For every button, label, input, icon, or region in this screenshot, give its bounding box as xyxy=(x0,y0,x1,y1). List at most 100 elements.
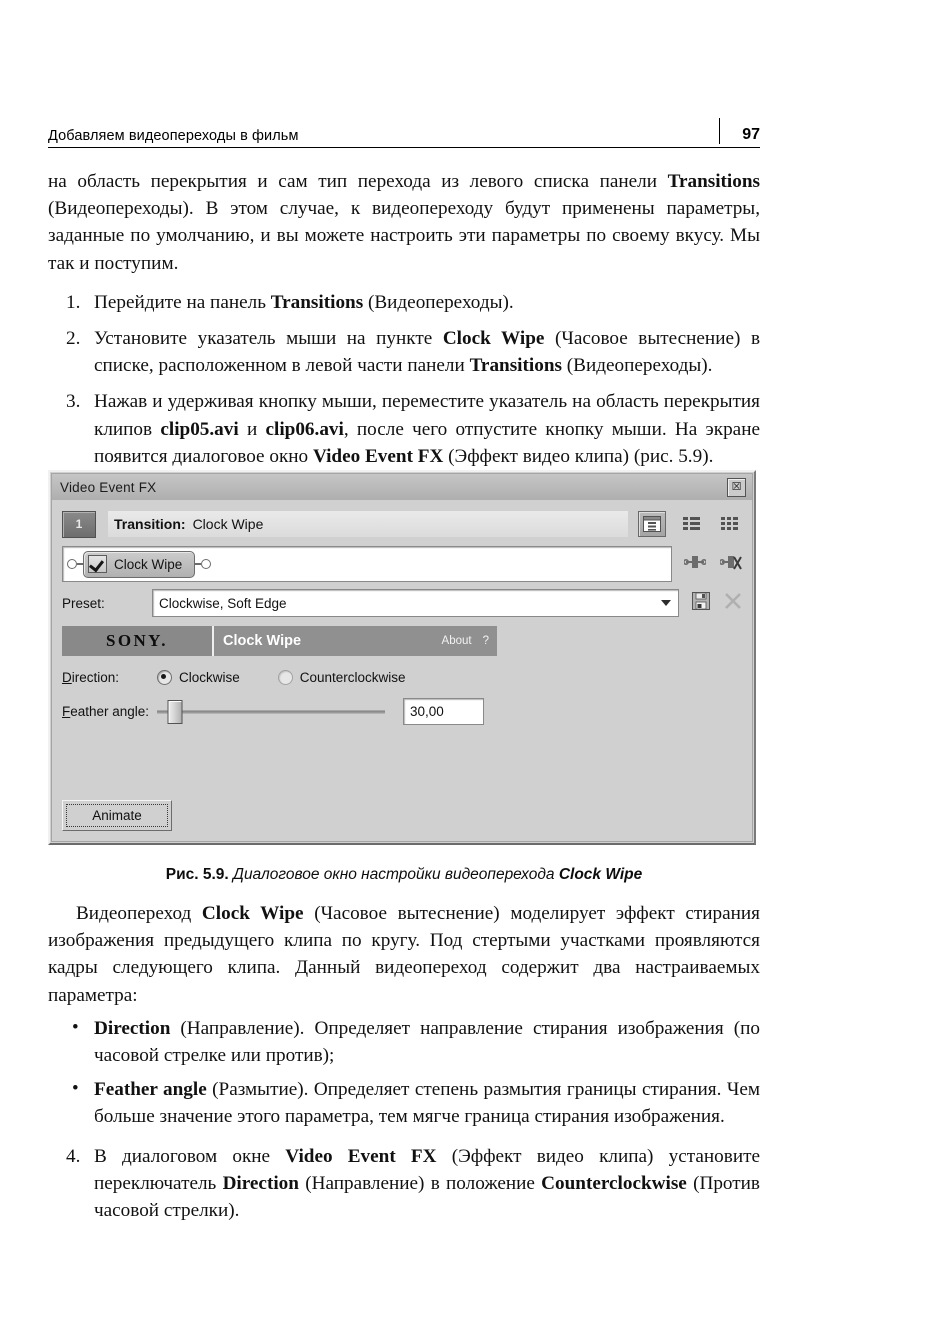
text-run-0: Feather angle xyxy=(94,1079,207,1101)
bullet-item: • Feather angle (Размытие). Определяет ст… xyxy=(48,1076,760,1130)
text-run-0: Установите указатель мыши на пункте xyxy=(94,328,443,350)
dialog-empty-space xyxy=(62,738,742,800)
step-number: 2. xyxy=(66,328,81,350)
feather-angle-value-field[interactable]: 30,00 xyxy=(403,698,484,725)
dialog-title: Video Event FX xyxy=(60,479,157,495)
text-run-1: Clock Wipe xyxy=(442,328,545,350)
body-content-bottom: Видеопереход Clock Wipe (Часовое вытесне… xyxy=(48,900,760,1233)
step-text: В диалоговом окне Video Event FX (Эффект… xyxy=(94,1146,760,1221)
transition-label-strip: Transition: Clock Wipe xyxy=(108,511,628,537)
chain-tool-icons xyxy=(682,553,742,576)
feather-angle-label: Feather angle: xyxy=(62,704,150,719)
text-run-1: clip05.avi xyxy=(160,418,239,440)
dialog-body: 1 Transition: Clock Wipe Clock Wipe Pres… xyxy=(52,500,752,841)
step-number: 1. xyxy=(66,291,81,313)
running-head-title: Добавляем видеопереходы в фильм xyxy=(48,128,299,144)
animate-button[interactable]: Animate xyxy=(62,800,172,831)
close-icon[interactable]: ☒ xyxy=(727,478,746,497)
plugin-chain-row: Clock Wipe xyxy=(62,546,742,582)
text-run-0: Direction xyxy=(94,1017,171,1039)
feather-angle-slider[interactable] xyxy=(157,699,385,724)
text-run-5: Counterclockwise xyxy=(541,1172,687,1194)
transition-value-label: Clock Wipe xyxy=(192,516,264,532)
direction-row: Direction: Clockwise Counterclockwise xyxy=(62,670,742,685)
page-number: 97 xyxy=(719,118,760,144)
dialog-titlebar: Video Event FX ☒ xyxy=(52,474,752,500)
dialog-inner-frame: Video Event FX ☒ 1 Transition: Clock Wip… xyxy=(51,473,753,842)
remove-plugin-icon[interactable] xyxy=(718,553,742,576)
grid-view-icon[interactable] xyxy=(716,512,742,536)
plugin-node-clock-wipe[interactable]: Clock Wipe xyxy=(83,550,196,578)
step-text: Нажав и удерживая кнопку мыши, перемести… xyxy=(94,391,760,466)
text-run-1: Clock Wipe xyxy=(201,903,304,924)
plugin-chain-canvas[interactable]: Clock Wipe xyxy=(62,546,672,582)
figure-caption-lead: Рис. 5.9. xyxy=(165,866,229,883)
step-item: 1. Перейдите на панель Transitions (Видео… xyxy=(48,289,760,316)
text-run-2: и xyxy=(238,418,266,440)
bullet-text: Feather angle (Размытие). Определяет сте… xyxy=(94,1079,760,1127)
text-run-3: Direction xyxy=(222,1172,299,1194)
chevron-down-icon[interactable] xyxy=(661,600,671,606)
plugin-name-label: Clock Wipe xyxy=(223,633,302,649)
view-mode-icons xyxy=(638,511,742,537)
step-item: 3. Нажав и удерживая кнопку мыши, перемес… xyxy=(48,388,760,470)
radio-counterclockwise-icon[interactable] xyxy=(277,670,293,685)
add-plugin-icon[interactable] xyxy=(682,553,707,576)
step-number: 4. xyxy=(66,1145,81,1167)
numbered-step-4-list: 4. В диалоговом окне Video Event FX (Эффе… xyxy=(48,1143,760,1225)
save-preset-icon[interactable] xyxy=(692,591,710,615)
list-view-icon[interactable] xyxy=(678,512,704,536)
delete-preset-icon[interactable] xyxy=(724,592,742,615)
about-link[interactable]: About xyxy=(442,635,472,647)
radio-option-counterclockwise[interactable]: Counterclockwise xyxy=(277,670,406,685)
plugin-title-bar: Clock Wipe About ? xyxy=(212,626,497,656)
figure-caption-bold: Clock Wipe xyxy=(558,866,643,883)
figure-caption: Рис. 5.9. Диалоговое окно настройки виде… xyxy=(48,866,760,884)
about-group: About ? xyxy=(442,635,489,647)
transition-header-row: 1 Transition: Clock Wipe xyxy=(62,508,742,540)
radio-option-clockwise[interactable]: Clockwise xyxy=(157,670,240,685)
radio-clockwise-icon[interactable] xyxy=(157,670,172,685)
preset-dropdown[interactable]: Clockwise, Soft Edge xyxy=(152,589,679,617)
preset-selected-value: Clockwise, Soft Edge xyxy=(159,595,287,611)
text-run-4: (Направление) в положение xyxy=(298,1172,542,1194)
bullet-dot-icon: • xyxy=(72,1078,79,1100)
step-text: Перейдите на панель Transitions (Видеопе… xyxy=(94,292,514,313)
text-run-2: (Видеопереходы). xyxy=(363,291,514,313)
plugin-node-label: Clock Wipe xyxy=(114,556,183,572)
sony-plugin-banner: SONY. Clock Wipe About ? xyxy=(62,626,497,656)
text-run-0: Перейдите на панель xyxy=(94,291,271,313)
channel-badge[interactable]: 1 xyxy=(62,510,96,538)
bullet-dot-icon: • xyxy=(72,1016,79,1038)
step-item: 4. В диалоговом окне Video Event FX (Эффе… xyxy=(48,1143,760,1225)
intro-text-a: на область перекрытия и сам тип перехода… xyxy=(48,171,668,192)
text-run-1: (Направление). Определяет направление ст… xyxy=(94,1017,760,1067)
body-content-top: на область перекрытия и сам тип перехода… xyxy=(48,168,760,479)
preset-label: Preset: xyxy=(62,595,105,611)
step-item: 2. Установите указатель мыши на пункте Cl… xyxy=(48,325,760,379)
radio-counterclockwise-label: Counterclockwise xyxy=(299,670,406,685)
feather-angle-label-rest: eather angle: xyxy=(70,704,150,719)
chain-input-pin-icon xyxy=(67,559,77,569)
feather-angle-row: Feather angle: 30,00 xyxy=(62,698,742,725)
transition-key-label: Transition: xyxy=(114,516,186,532)
text-run-0: В диалоговом окне xyxy=(94,1145,286,1167)
intro-text-c: (Видеопереходы). В этом случае, к видеоп… xyxy=(48,198,760,274)
plugin-enabled-checkbox[interactable] xyxy=(88,555,107,573)
slider-thumb[interactable] xyxy=(167,699,183,724)
plugin-view-icon[interactable] xyxy=(638,511,666,537)
text-run-4: (Видеопереходы). xyxy=(561,355,713,377)
running-head: Добавляем видеопереходы в фильм 97 xyxy=(48,118,760,148)
direction-label: Direction: xyxy=(62,670,120,685)
sony-logo: SONY. xyxy=(62,626,212,656)
help-icon[interactable]: ? xyxy=(483,635,489,647)
text-run-3: Transitions xyxy=(469,355,562,377)
text-run-1: Video Event FX xyxy=(285,1145,437,1167)
figure-caption-text: Диалоговое окно настройки видеоперехода xyxy=(228,866,559,883)
intro-term-transitions: Transitions xyxy=(667,171,760,192)
chain-output-pin-icon xyxy=(201,559,212,569)
text-run-5: Video Event FX xyxy=(312,445,444,467)
slider-track xyxy=(157,710,385,713)
preset-tool-icons xyxy=(692,591,742,615)
text-run-6: (Эффект видео клипа) (рис. 5.9). xyxy=(443,445,714,467)
